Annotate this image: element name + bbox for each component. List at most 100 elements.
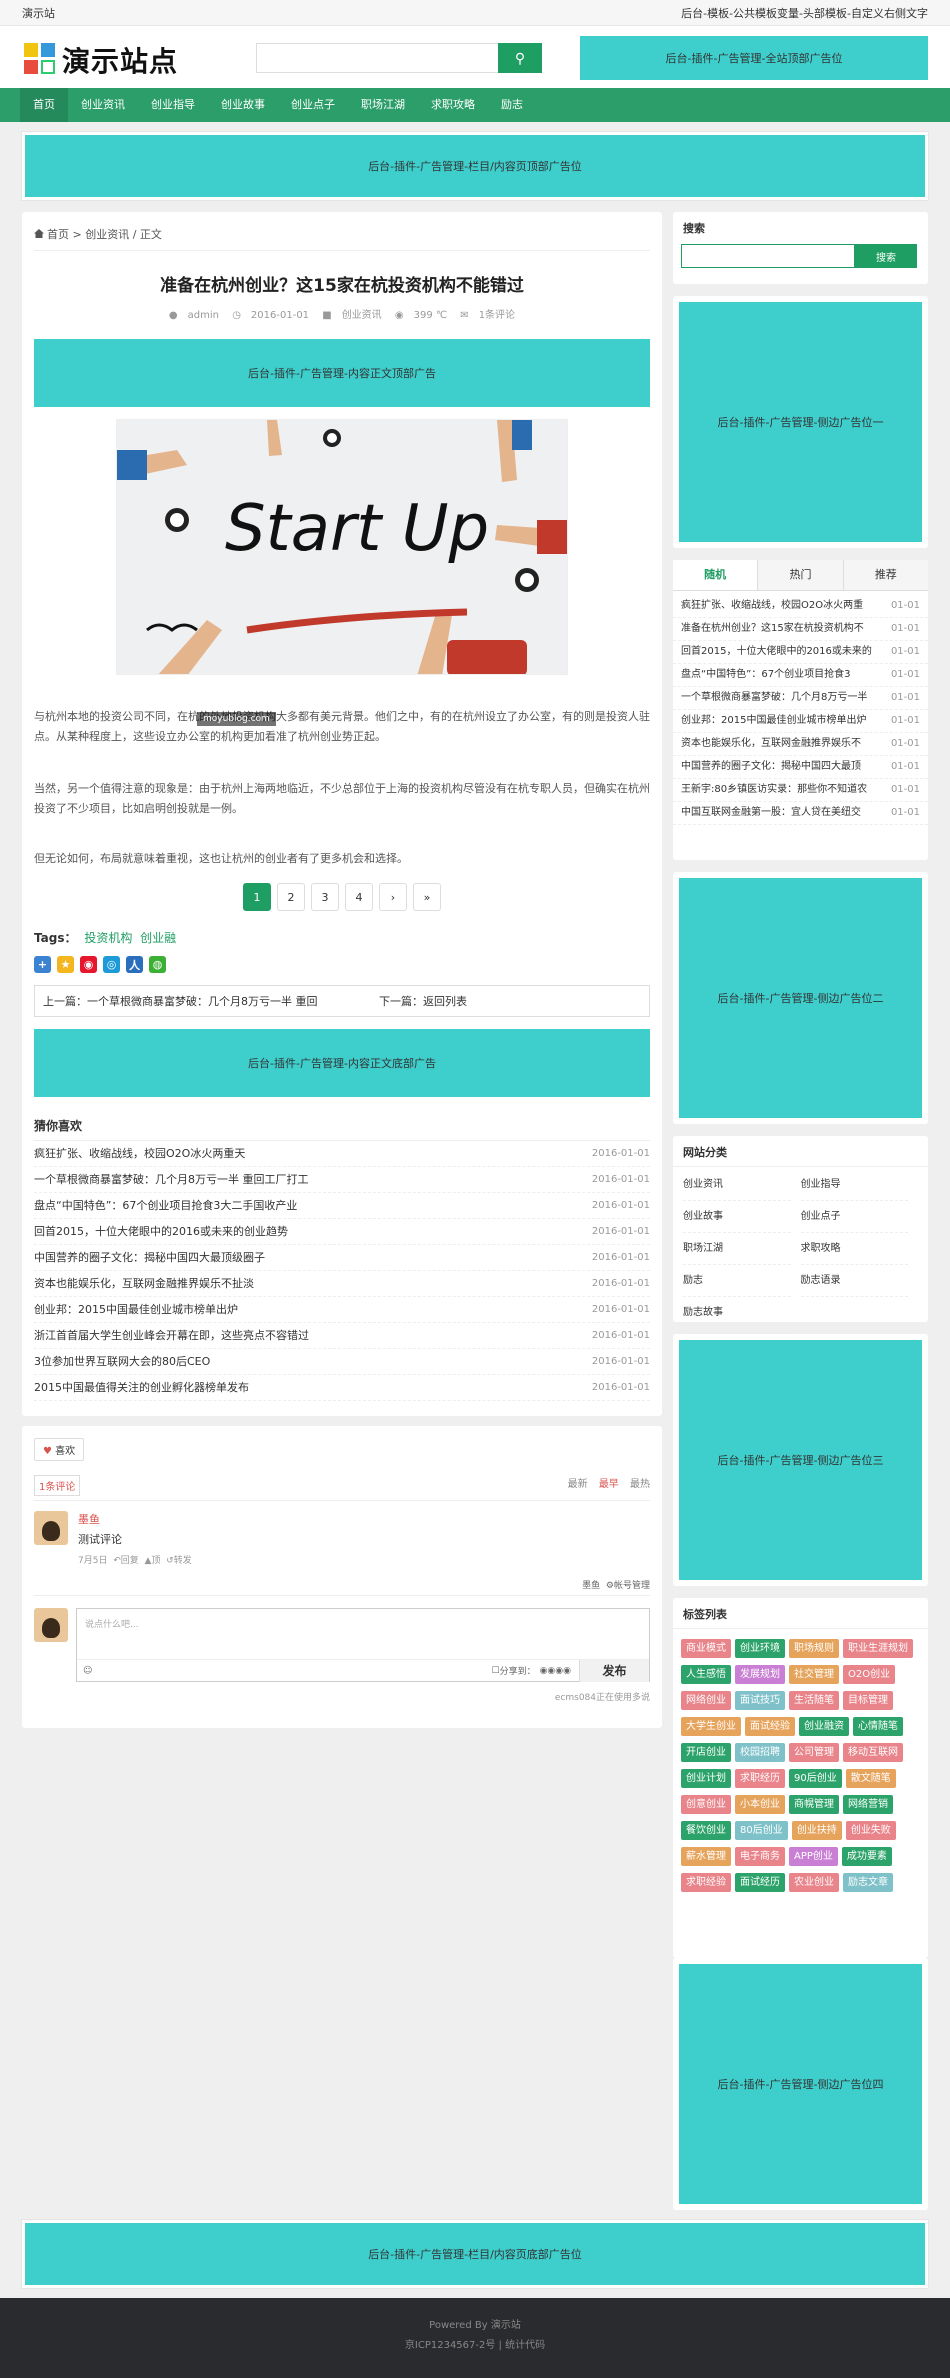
- share-targets-icon[interactable]: ◉◉◉◉: [540, 1666, 571, 1676]
- page-4[interactable]: 4: [345, 883, 373, 911]
- tag-link[interactable]: 社交管理: [789, 1665, 839, 1684]
- sidebar-ad-3[interactable]: 后台-插件-广告管理-侧边广告位三: [673, 1334, 928, 1586]
- page-next[interactable]: ›: [379, 883, 407, 911]
- nav-item-story[interactable]: 创业故事: [208, 88, 278, 122]
- tag-link[interactable]: 职场规则: [789, 1639, 839, 1658]
- list-item[interactable]: 2015中国最值得关注的创业孵化器榜单发布 2016-01-01: [34, 1375, 650, 1401]
- tag-link[interactable]: 校园招聘: [735, 1743, 785, 1762]
- category-link[interactable]: 求职攻略: [800, 1233, 908, 1265]
- tag-link[interactable]: 电子商务: [735, 1847, 785, 1866]
- category-link[interactable]: 励志: [683, 1265, 791, 1297]
- list-item[interactable]: 疯狂扩张、收缩战线，校园O2O冰火两重 01-01: [673, 595, 928, 618]
- tag-link[interactable]: O2O创业: [843, 1665, 896, 1684]
- tag-link[interactable]: 散文随笔: [845, 1769, 896, 1788]
- nav-item-jobs[interactable]: 求职攻略: [418, 88, 488, 122]
- tag-link[interactable]: 创业计划: [681, 1769, 731, 1788]
- sidebar-ad-4[interactable]: 后台-插件-广告管理-侧边广告位四: [673, 1958, 928, 2210]
- tab-recommend[interactable]: 推荐: [842, 560, 928, 590]
- tag-link[interactable]: 薪水管理: [681, 1847, 731, 1866]
- list-item[interactable]: 中国营养的圈子文化：揭秘中国四大最顶 01-01: [673, 756, 928, 779]
- tag-link[interactable]: 80后创业: [735, 1821, 788, 1840]
- sidebar-ad-1[interactable]: 后台-插件-广告管理-侧边广告位一: [673, 296, 928, 548]
- tag-link[interactable]: 投资机构: [84, 931, 132, 945]
- share-wechat-icon[interactable]: ◍: [149, 956, 166, 973]
- tag-link[interactable]: 面试技巧: [735, 1691, 785, 1710]
- article-bottom-ad[interactable]: 后台-插件-广告管理-内容正文底部广告: [34, 1029, 650, 1097]
- tag-link[interactable]: 发展规划: [735, 1665, 785, 1684]
- list-item[interactable]: 回首2015，十位大佬眼中的2016或未来的创业趋势 2016-01-01: [34, 1219, 650, 1245]
- sort-oldest[interactable]: 最早: [599, 1479, 619, 1490]
- tag-link[interactable]: 商幌管理: [789, 1795, 839, 1814]
- list-bottom-ad[interactable]: 后台-插件-广告管理-栏目/内容页底部广告位: [22, 2220, 928, 2288]
- emoji-icon[interactable]: ☺: [83, 1666, 92, 1676]
- up-button[interactable]: 顶: [151, 1556, 160, 1566]
- tag-link[interactable]: 农业创业: [789, 1873, 839, 1892]
- list-item[interactable]: 资本也能娱乐化，互联网金融推界娱乐不扯淡 2016-01-01: [34, 1271, 650, 1297]
- tag-link[interactable]: 心情随笔: [853, 1717, 903, 1736]
- article-author[interactable]: admin: [188, 310, 219, 321]
- comment-user[interactable]: 墨鱼: [78, 1511, 192, 1527]
- article-category[interactable]: 创业资讯: [342, 310, 382, 321]
- tag-link[interactable]: 大学生创业: [681, 1717, 741, 1736]
- list-item[interactable]: 盘点“中国特色”：67个创业项目抢食3大二手国收产业 2016-01-01: [34, 1193, 650, 1219]
- category-link[interactable]: 创业故事: [683, 1201, 791, 1233]
- tag-link[interactable]: 励志文章: [843, 1873, 893, 1892]
- breadcrumb-home[interactable]: 首页: [47, 228, 69, 241]
- page-2[interactable]: 2: [277, 883, 305, 911]
- list-item[interactable]: 中国互联网金融第一股：宜人贷在美纽交 01-01: [673, 802, 928, 825]
- sort-hottest[interactable]: 最热: [630, 1479, 650, 1490]
- share-more-icon[interactable]: +: [34, 956, 51, 973]
- forward-button[interactable]: 转发: [174, 1556, 192, 1566]
- list-item[interactable]: 浙江首首届大学生创业峰会开幕在即，这些亮点不容错过 2016-01-01: [34, 1323, 650, 1349]
- sidebar-ad-2[interactable]: 后台-插件-广告管理-侧边广告位二: [673, 872, 928, 1124]
- tag-link[interactable]: 创业扶持: [791, 1821, 842, 1840]
- tag-link[interactable]: 小本创业: [735, 1795, 785, 1814]
- article-comments[interactable]: 1条评论: [479, 310, 515, 321]
- tag-link[interactable]: 成功要素: [841, 1847, 892, 1866]
- list-item[interactable]: 一个草根微商暴富梦破：几个月8万亏一半 01-01: [673, 687, 928, 710]
- nav-item-career[interactable]: 职场江湖: [348, 88, 418, 122]
- header-search-button[interactable]: ⚲: [498, 43, 542, 73]
- tag-link[interactable]: 面试经验: [745, 1717, 795, 1736]
- list-item[interactable]: 王新宇:80乡镇医访实录：那些你不知道农 01-01: [673, 779, 928, 802]
- tag-link[interactable]: 求职经验: [681, 1873, 731, 1892]
- list-top-ad[interactable]: 后台-插件-广告管理-栏目/内容页顶部广告位: [22, 132, 928, 200]
- tag-link[interactable]: 求职经历: [735, 1769, 785, 1788]
- list-item[interactable]: 准备在杭州创业？这15家在杭投资机构不 01-01: [673, 618, 928, 641]
- tag-link[interactable]: 创业融资: [799, 1717, 849, 1736]
- next-article-link[interactable]: 下一篇：返回列表: [379, 993, 467, 1009]
- tag-link[interactable]: 职业生涯规划: [843, 1639, 913, 1658]
- sidebar-search-input[interactable]: [681, 244, 855, 268]
- list-item[interactable]: 一个草根微商暴富梦破：几个月8万亏一半 重回工厂打工 2016-01-01: [34, 1167, 650, 1193]
- share-renren-icon[interactable]: 人: [126, 956, 143, 973]
- share-to-checkbox[interactable]: ☐: [491, 1666, 499, 1676]
- category-link[interactable]: 职场江湖: [683, 1233, 791, 1265]
- footer-icp[interactable]: 京ICP1234567-2号 | 统计代码: [0, 2336, 950, 2356]
- tag-link[interactable]: 移动互联网: [843, 1743, 903, 1762]
- share-tencent-icon[interactable]: ◎: [103, 956, 120, 973]
- site-logo[interactable]: 演示站点: [24, 40, 178, 80]
- list-item[interactable]: 3位参加世界互联网大会的80后CEO 2016-01-01: [34, 1349, 650, 1375]
- tab-hot[interactable]: 热门: [757, 560, 843, 590]
- list-item[interactable]: 中国营养的圈子文化：揭秘中国四大最顶级圈子 2016-01-01: [34, 1245, 650, 1271]
- nav-item-news[interactable]: 创业资讯: [68, 88, 138, 122]
- nav-item-ideas[interactable]: 创业点子: [278, 88, 348, 122]
- header-search-input[interactable]: [256, 43, 498, 73]
- tag-link[interactable]: 餐饮创业: [681, 1821, 731, 1840]
- page-3[interactable]: 3: [311, 883, 339, 911]
- tag-link[interactable]: 目标管理: [843, 1691, 893, 1710]
- nav-item-home[interactable]: 首页: [20, 88, 68, 122]
- category-link[interactable]: 创业指导: [800, 1169, 908, 1201]
- tag-link[interactable]: 创业环境: [735, 1639, 785, 1658]
- list-item[interactable]: 资本也能娱乐化，互联网金融推界娱乐不 01-01: [673, 733, 928, 756]
- comment-powered-by[interactable]: ecms084正在使用多说: [34, 1690, 650, 1703]
- nav-item-guide[interactable]: 创业指导: [138, 88, 208, 122]
- tag-link[interactable]: 创业融: [140, 931, 176, 945]
- category-link[interactable]: 创业资讯: [683, 1169, 791, 1201]
- share-weibo-icon[interactable]: ◉: [80, 956, 97, 973]
- tag-link[interactable]: 面试经历: [735, 1873, 785, 1892]
- tag-link[interactable]: APP创业: [789, 1847, 838, 1866]
- category-link[interactable]: 励志语录: [800, 1265, 908, 1297]
- current-user[interactable]: 墨鱼: [582, 1581, 600, 1591]
- tag-link[interactable]: 创意创业: [681, 1795, 731, 1814]
